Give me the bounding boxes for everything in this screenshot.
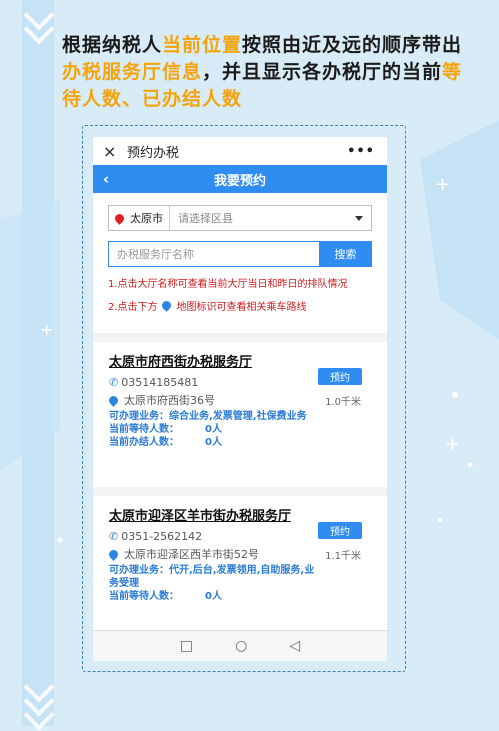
waiting-value: 0人 (205, 591, 222, 602)
recent-apps-icon[interactable]: □ (180, 638, 193, 654)
svg-text:+: + (40, 320, 53, 339)
navbar: ‹ 我要预约 (93, 165, 387, 193)
miniapp-titlebar: × 预约办税 ••• (93, 137, 387, 165)
city-label: 太原市 (130, 212, 163, 225)
headline-highlight-2: 办税服务厅信息 (62, 61, 203, 83)
search-panel: 太原市 请选择区县 办税服务厅名称 搜索 1.点击大厅名称可查看当前大厅当日和昨… (93, 193, 387, 333)
hall-card: 太原市府西街办税服务厅 ✆ 03514185481 太原市府西街36号 可办理业… (93, 342, 387, 487)
hall-phone-number: 03514185481 (121, 376, 199, 389)
book-button[interactable]: 预约 (318, 522, 362, 539)
hall-card: 太原市迎泽区羊市街办税服务厅 ✆ 0351-2562142 太原市迎泽区西羊市街… (93, 496, 387, 641)
home-icon[interactable]: ○ (235, 638, 247, 654)
svg-text:+: + (445, 434, 460, 455)
city-select[interactable]: 太原市 (109, 206, 170, 230)
tip-2-prefix: 2.点击下方 (108, 302, 158, 313)
book-button[interactable]: 预约 (318, 368, 362, 385)
page-title: 我要预约 (213, 173, 266, 189)
location-selector: 太原市 请选择区县 (108, 205, 372, 231)
search-bar: 办税服务厅名称 搜索 (108, 241, 372, 267)
hall-address-text: 太原市迎泽区西羊市街52号 (124, 548, 259, 561)
district-select[interactable]: 请选择区县 (170, 210, 355, 226)
tip-1: 1.点击大厅名称可查看当前大厅当日和昨日的排队情况 (108, 279, 348, 290)
headline-highlight-1: 当前位置 (162, 34, 243, 56)
done-value: 0人 (205, 437, 222, 448)
tip-2-suffix: 地图标识可查看相关乘车路线 (176, 302, 307, 313)
miniapp-title: 预约办税 (127, 145, 180, 161)
system-navbar: □ ○ ◁ (93, 630, 387, 661)
back-nav-icon[interactable]: ◁ (289, 638, 300, 654)
map-pin-icon (159, 299, 173, 312)
headline-text-1: 根据纳税人 (62, 34, 163, 56)
hall-distance: 1.0千米 (325, 397, 361, 408)
location-pin-icon (113, 211, 126, 225)
hall-address-text: 太原市府西街36号 (124, 394, 215, 407)
svg-text:+: + (435, 174, 450, 195)
map-pin-icon[interactable] (107, 393, 120, 407)
phone-icon: ✆ (109, 376, 119, 389)
hall-business: 可办理业务：代开,后台,发票领用,自助服务,业务受理 (109, 565, 315, 589)
hall-business: 可办理业务：综合业务,发票管理,社保费业务 (109, 411, 307, 422)
hall-done: 当前办结人数： 0人 (109, 436, 371, 449)
back-icon[interactable]: ‹ (93, 170, 133, 188)
close-icon[interactable]: × (103, 142, 123, 161)
headline-text-3: ，并且显示各办税厅的当前 (202, 61, 443, 83)
hall-waiting: 当前等待人数： 0人 (109, 423, 371, 436)
chevron-down-icon[interactable] (355, 215, 363, 221)
hall-phone-number: 0351-2562142 (121, 530, 203, 543)
search-input[interactable]: 办税服务厅名称 (108, 241, 319, 267)
search-button[interactable]: 搜索 (319, 241, 372, 267)
phone-screen: × 预约办税 ••• ‹ 我要预约 太原市 请选择区县 办税服务厅名称 搜索 1… (93, 137, 387, 661)
hall-distance: 1.1千米 (325, 551, 361, 562)
waiting-value: 0人 (205, 424, 222, 435)
waiting-label: 当前等待人数： (109, 424, 179, 435)
waiting-label: 当前等待人数： (109, 591, 179, 602)
phone-icon: ✆ (109, 530, 119, 543)
tip-2: 2.点击下方 地图标识可查看相关乘车路线 (108, 298, 372, 313)
more-menu-icon[interactable]: ••• (347, 144, 375, 159)
headline-text-2: 按照由近及远的顺序带出 (242, 34, 463, 56)
done-label: 当前办结人数： (109, 437, 179, 448)
headline: 根据纳税人当前位置按照由近及远的顺序带出办税服务厅信息，并且显示各办税厅的当前等… (62, 32, 482, 113)
map-pin-icon[interactable] (107, 547, 120, 561)
hall-waiting: 当前等待人数： 0人 (109, 590, 371, 603)
